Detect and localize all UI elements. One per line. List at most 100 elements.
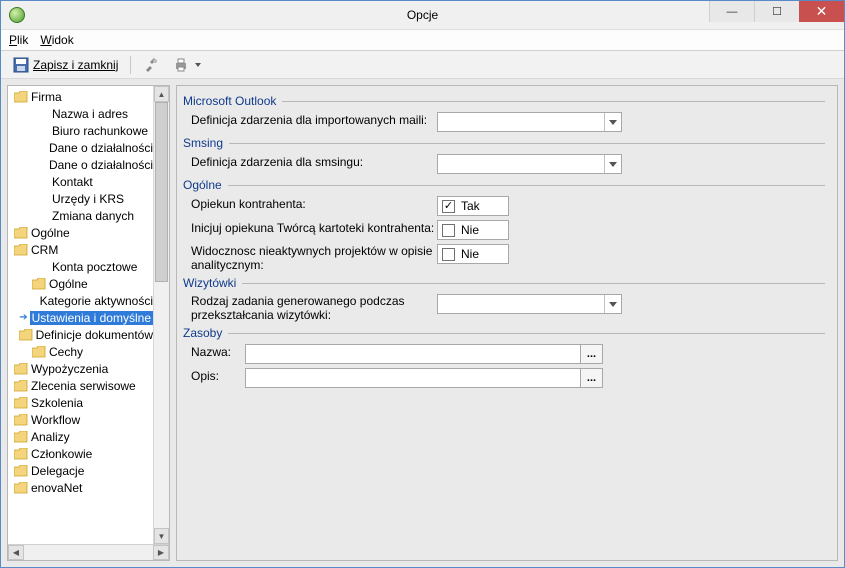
tools-icon	[143, 57, 159, 73]
tree-item-label: Biuro rachunkowe	[52, 124, 148, 138]
tree-item-label: Kontakt	[52, 175, 93, 189]
tree-item-label: Zlecenia serwisowe	[31, 379, 136, 393]
folder-icon	[14, 397, 28, 409]
group-outlook-title: Microsoft Outlook	[183, 94, 276, 108]
outlook-field1-combo[interactable]	[437, 112, 622, 132]
titlebar: Opcje — ☐ ✕	[1, 1, 844, 29]
zasoby-opis-browse-button[interactable]: ...	[581, 368, 603, 388]
scroll-down-button[interactable]: ▼	[154, 528, 169, 544]
scroll-left-button[interactable]: ◀	[8, 545, 24, 560]
chevron-down-icon	[604, 295, 621, 313]
close-button[interactable]: ✕	[799, 1, 844, 22]
ogolne-field3-value: Nie	[461, 247, 479, 261]
body: FirmaNazwa i adresBiuro rachunkoweDane o…	[1, 79, 844, 567]
tree-item[interactable]: Ogólne	[8, 275, 169, 292]
tree-item-label: Definicje dokumentów	[36, 328, 153, 342]
group-wizytowki-title: Wizytówki	[183, 276, 236, 290]
scroll-up-button[interactable]: ▲	[154, 86, 169, 102]
tree-item[interactable]: Delegacje	[8, 462, 169, 479]
menu-widok[interactable]: Widok	[40, 33, 73, 47]
tree-item-label: Workflow	[31, 413, 80, 427]
tree-item[interactable]: Szkolenia	[8, 394, 169, 411]
tree-item[interactable]: Konta pocztowe	[8, 258, 169, 275]
tree-item[interactable]: Członkowie	[8, 445, 169, 462]
tree-item-label: Szkolenia	[31, 396, 83, 410]
maximize-button[interactable]: ☐	[754, 1, 799, 22]
tree-view[interactable]: FirmaNazwa i adresBiuro rachunkoweDane o…	[8, 86, 169, 544]
ogolne-field3-control[interactable]: Nie	[437, 244, 509, 264]
group-wizytowki: Wizytówki Rodzaj zadania generowanego po…	[183, 276, 825, 322]
folder-icon	[32, 278, 46, 290]
group-zasoby: Zasoby Nazwa: ... Opis: ...	[183, 326, 825, 388]
tree-item-label: Ustawienia i domyślne	[30, 311, 153, 325]
tree-item[interactable]: Biuro rachunkowe	[8, 122, 169, 139]
tree-item[interactable]: Firma	[8, 88, 169, 105]
chevron-down-icon	[604, 155, 621, 173]
tree-item[interactable]: Ogólne	[8, 224, 169, 241]
options-window: Opcje — ☐ ✕ Plik Widok Zapisz i zamknij	[0, 0, 845, 568]
print-button[interactable]	[169, 55, 205, 75]
horizontal-scrollbar[interactable]: ◀ ▶	[8, 544, 169, 560]
ogolne-field1-value: Tak	[461, 199, 480, 213]
tree-item[interactable]: Zmiana danych	[8, 207, 169, 224]
save-icon	[13, 57, 29, 73]
outlook-field1-label: Definicja zdarzenia dla importowanych ma…	[183, 112, 437, 128]
tree-item-label: Dane o działalności	[49, 158, 153, 172]
folder-icon	[14, 91, 28, 103]
arrow-right-icon: ➔	[19, 312, 27, 323]
folder-icon	[14, 448, 28, 460]
form-panel: Microsoft Outlook Definicja zdarzenia dl…	[176, 85, 838, 561]
tree-item[interactable]: enovaNet	[8, 479, 169, 496]
tree-item-label: Zmiana danych	[52, 209, 134, 223]
group-outlook: Microsoft Outlook Definicja zdarzenia dl…	[183, 94, 825, 132]
save-and-close-button[interactable]: Zapisz i zamknij	[9, 55, 122, 75]
tree-item[interactable]: Dane o działalności	[8, 139, 169, 156]
scroll-thumb[interactable]	[155, 102, 168, 282]
smsing-field1-combo[interactable]	[437, 154, 622, 174]
menu-plik[interactable]: Plik	[9, 33, 28, 47]
tree-item[interactable]: CRM	[8, 241, 169, 258]
tree-item[interactable]: Nazwa i adres	[8, 105, 169, 122]
print-dropdown-caret	[195, 63, 201, 67]
tree-item[interactable]: Analizy	[8, 428, 169, 445]
tools-button[interactable]	[139, 55, 163, 75]
tree-item-label: Wypożyczenia	[31, 362, 108, 376]
tree-item-label: Firma	[31, 90, 62, 104]
tree-item[interactable]: Definicje dokumentów	[8, 326, 169, 343]
zasoby-nazwa-input[interactable]	[245, 344, 581, 364]
tree-item[interactable]: Kategorie aktywności	[8, 292, 169, 309]
menubar: Plik Widok	[1, 29, 844, 51]
group-zasoby-title: Zasoby	[183, 326, 222, 340]
chevron-down-icon	[604, 113, 621, 131]
tree-item[interactable]: Urzędy i KRS	[8, 190, 169, 207]
ogolne-field2-control[interactable]: Nie	[437, 220, 509, 240]
toolbar: Zapisz i zamknij	[1, 51, 844, 79]
tree-item[interactable]: Zlecenia serwisowe	[8, 377, 169, 394]
zasoby-nazwa-browse-button[interactable]: ...	[581, 344, 603, 364]
folder-icon	[14, 431, 28, 443]
zasoby-opis-input[interactable]	[245, 368, 581, 388]
tree-item-label: Urzędy i KRS	[52, 192, 124, 206]
folder-icon	[32, 346, 46, 358]
tree-item-label: enovaNet	[31, 481, 82, 495]
vertical-scrollbar[interactable]: ▲ ▼	[153, 86, 169, 544]
tree-item[interactable]: Wypożyczenia	[8, 360, 169, 377]
tree-item-label: Analizy	[31, 430, 70, 444]
tree-item[interactable]: Kontakt	[8, 173, 169, 190]
scroll-right-button[interactable]: ▶	[153, 545, 169, 560]
wizytowki-field1-combo[interactable]	[437, 294, 622, 314]
ogolne-field1-label: Opiekun kontrahenta:	[183, 196, 437, 212]
minimize-button[interactable]: —	[709, 1, 754, 22]
menu-plik-rest: lik	[17, 33, 28, 47]
tree-item[interactable]: Workflow	[8, 411, 169, 428]
tree-item[interactable]: ➔Ustawienia i domyślne	[8, 309, 169, 326]
tree-item[interactable]: Cechy	[8, 343, 169, 360]
tree-item-label: Nazwa i adres	[52, 107, 128, 121]
window-buttons: — ☐ ✕	[709, 1, 844, 22]
folder-icon	[14, 380, 28, 392]
checkbox-icon	[442, 248, 455, 261]
folder-icon	[14, 465, 28, 477]
folder-icon	[14, 244, 28, 256]
ogolne-field1-control[interactable]: Tak	[437, 196, 509, 216]
tree-item[interactable]: Dane o działalności	[8, 156, 169, 173]
